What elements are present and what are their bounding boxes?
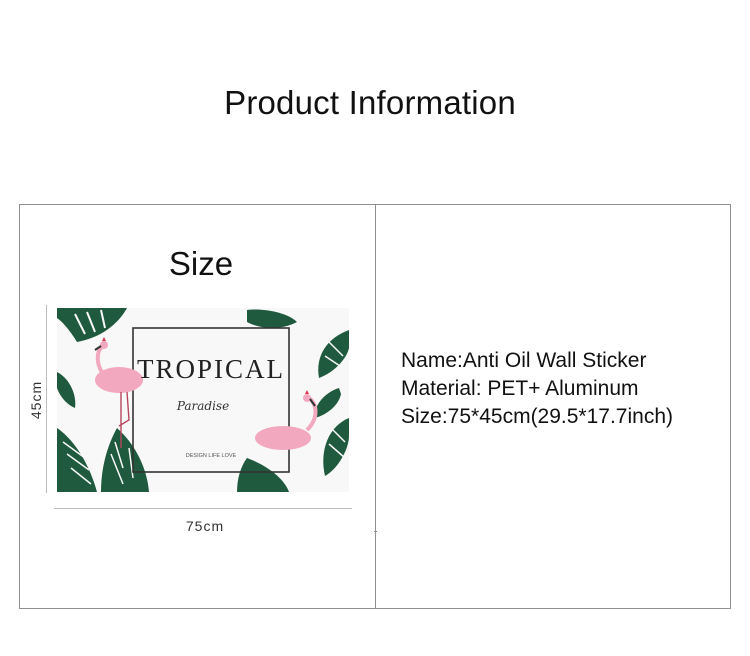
- product-image: TROPICAL Paradise DESIGN LIFE LOVE: [57, 308, 349, 492]
- width-dimension-line: [54, 508, 352, 509]
- image-brand-text: TROPICAL: [137, 354, 285, 384]
- image-script-text: Paradise: [176, 399, 229, 413]
- spec-list: Name:Anti Oil Wall Sticker Material: PET…: [401, 347, 673, 431]
- product-info-table: Size 45cm TROPICAL Paradise DESIGN LIFE …: [19, 204, 731, 609]
- spec-name: Name:Anti Oil Wall Sticker: [401, 349, 647, 372]
- image-tagline: DESIGN LIFE LOVE: [186, 453, 237, 459]
- width-dimension-label: 75cm: [185, 518, 225, 534]
- divider-tick: [374, 531, 377, 532]
- spec-material: Material: PET+ Aluminum: [401, 377, 639, 400]
- size-heading: Size: [168, 245, 234, 282]
- page-title: Product Information: [224, 84, 516, 121]
- height-dimension-label: 45cm: [28, 380, 44, 420]
- spec-size: Size:75*45cm(29.5*17.7inch): [401, 405, 673, 428]
